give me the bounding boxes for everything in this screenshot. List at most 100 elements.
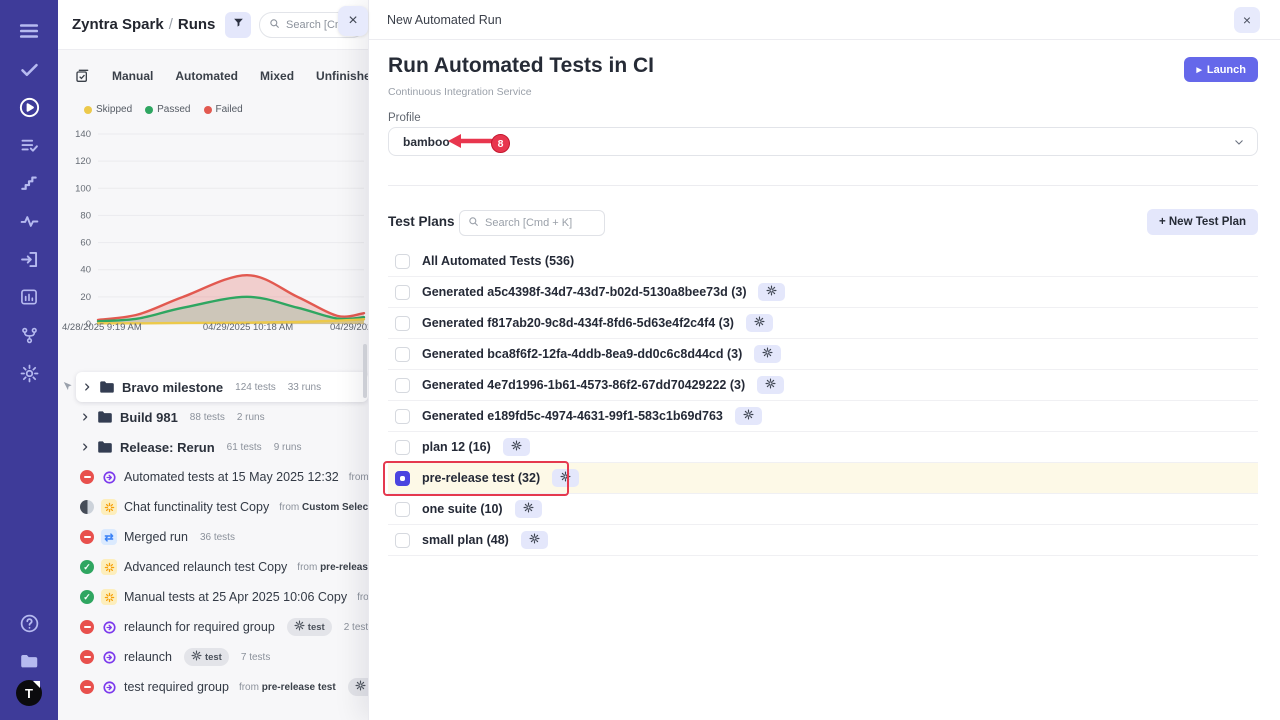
run-list-item[interactable]: ⇄Merged run36 tests — [58, 522, 368, 552]
drawer-header: New Automated Run × — [369, 0, 1280, 40]
launch-button[interactable]: ▶ Launch — [1184, 57, 1258, 82]
plan-settings-button[interactable] — [754, 345, 781, 363]
play-runs-icon[interactable] — [12, 88, 46, 126]
folder-icon — [99, 380, 115, 394]
branch-icon[interactable] — [12, 316, 46, 354]
aborted-status-icon — [80, 650, 94, 664]
label-chip[interactable]: test — [348, 678, 368, 696]
close-icon: × — [348, 12, 357, 30]
svg-text:40: 40 — [80, 265, 91, 276]
plan-settings-button[interactable] — [746, 314, 773, 332]
skipped-dot-icon — [84, 106, 92, 114]
runs-panel: Zyntra Spark/Runs Search [Cmd + K] Manua… — [58, 0, 368, 720]
run-meta: 61 tests — [227, 442, 262, 453]
plan-settings-button[interactable] — [757, 376, 784, 394]
run-meta: 33 runs — [288, 382, 321, 393]
profile-select[interactable]: bamboo — [388, 127, 1258, 156]
chevron-right-icon[interactable] — [82, 382, 92, 392]
plan-checkbox[interactable] — [395, 440, 410, 455]
run-list-item[interactable]: ✓Manual tests at 25 Apr 2025 10:06 Copyf… — [58, 582, 368, 612]
test-plans-search-input[interactable]: Search [Cmd + K] — [459, 210, 605, 236]
test-plan-row[interactable]: plan 12 (16) — [388, 432, 1258, 463]
folder-row[interactable]: Build 98188 tests2 runs — [58, 402, 368, 432]
plan-checkbox[interactable] — [395, 409, 410, 424]
test-plan-row[interactable]: Generated bca8f6f2-12fa-4ddb-8ea9-dd0c6c… — [388, 339, 1258, 370]
left-rail: T — [0, 0, 58, 720]
reports-icon[interactable] — [12, 278, 46, 316]
runs-results-chart: 020406080100120140 — [58, 124, 368, 338]
multi-select-icon[interactable] — [74, 68, 90, 84]
tab-automated[interactable]: Automated — [175, 69, 238, 83]
plan-settings-button[interactable] — [552, 469, 579, 487]
plan-checkbox[interactable] — [395, 316, 410, 331]
plan-checkbox[interactable] — [395, 285, 410, 300]
legend-item-skipped[interactable]: Skipped — [84, 104, 132, 115]
plan-settings-button[interactable] — [521, 531, 548, 549]
failed-dot-icon — [204, 106, 212, 114]
legend-item-failed[interactable]: Failed — [204, 104, 243, 115]
plan-checkbox[interactable] — [395, 533, 410, 548]
run-meta: 2 tests — [344, 622, 368, 633]
activity-icon[interactable] — [12, 202, 46, 240]
test-plan-row[interactable]: Generated 4e7d1996-1b61-4573-86f2-67dd70… — [388, 370, 1258, 401]
folder-name: Release: Rerun — [120, 440, 215, 455]
test-plan-row[interactable]: All Automated Tests (536) — [388, 246, 1258, 277]
divider — [388, 185, 1258, 186]
overlay-close-button[interactable]: × — [338, 6, 368, 36]
test-checks-icon[interactable] — [12, 50, 46, 88]
folder-row[interactable]: Release: Rerun61 tests9 runs — [58, 432, 368, 462]
breadcrumb-app[interactable]: Zyntra Spark — [72, 16, 164, 33]
plan-checkbox[interactable] — [395, 502, 410, 517]
plan-label: All Automated Tests (536) — [422, 254, 574, 268]
help-icon[interactable] — [12, 604, 46, 642]
breadcrumb: Zyntra Spark/Runs — [72, 16, 215, 33]
run-list-item[interactable]: Chat functinality test Copyfrom Custom S… — [58, 492, 368, 522]
run-list-item[interactable]: Automated tests at 15 May 2025 12:32from… — [58, 462, 368, 492]
test-list-icon[interactable] — [12, 126, 46, 164]
settings-icon[interactable] — [12, 354, 46, 392]
legend-item-passed[interactable]: Passed — [145, 104, 190, 115]
plan-checkbox[interactable] — [395, 471, 410, 486]
plan-settings-button[interactable] — [758, 283, 785, 301]
run-name: Merged run — [124, 530, 188, 544]
plan-settings-button[interactable] — [735, 407, 762, 425]
run-list-item[interactable]: relaunch for required grouptest2 tests — [58, 612, 368, 642]
folder-row[interactable]: Bravo milestone124 tests33 runs — [76, 372, 368, 402]
projects-icon[interactable] — [12, 642, 46, 680]
scrollbar-thumb[interactable] — [363, 344, 367, 398]
test-plan-row[interactable]: Generated e189fd5c-4974-4631-99f1-583c1b… — [388, 401, 1258, 432]
plan-settings-button[interactable] — [515, 500, 542, 518]
tab-manual[interactable]: Manual — [112, 69, 153, 83]
test-plan-row[interactable]: small plan (48) — [388, 525, 1258, 556]
drawer-close-button[interactable]: × — [1234, 7, 1260, 33]
avatar[interactable]: T — [16, 680, 42, 706]
menu-icon[interactable] — [12, 12, 46, 50]
plan-checkbox[interactable] — [395, 347, 410, 362]
label-chip[interactable]: test — [184, 648, 229, 666]
test-plan-row[interactable]: Generated a5c4398f-34d7-43d7-b02d-5130a8… — [388, 277, 1258, 308]
new-test-plan-button[interactable]: + New Test Plan — [1147, 209, 1258, 235]
folder-name: Build 981 — [120, 410, 178, 425]
plan-label: Generated f817ab20-9c8d-434f-8fd6-5d63e4… — [422, 316, 734, 330]
profile-label: Profile — [388, 112, 421, 124]
sign-in-icon[interactable] — [12, 240, 46, 278]
test-plan-row[interactable]: Generated f817ab20-9c8d-434f-8fd6-5d63e4… — [388, 308, 1258, 339]
milestones-icon[interactable] — [12, 164, 46, 202]
chevron-right-icon[interactable] — [80, 412, 90, 422]
test-plan-row[interactable]: one suite (10) — [388, 494, 1258, 525]
tab-mixed[interactable]: Mixed — [260, 69, 294, 83]
plan-checkbox[interactable] — [395, 378, 410, 393]
chevron-right-icon[interactable] — [80, 442, 90, 452]
passed-status-icon: ✓ — [80, 590, 94, 604]
run-list-item[interactable]: test required groupfrom pre-release test… — [58, 672, 368, 702]
gear-icon — [766, 283, 777, 301]
label-chip[interactable]: test — [287, 618, 332, 636]
play-icon: ▶ — [1196, 66, 1201, 74]
plan-settings-button[interactable] — [503, 438, 530, 456]
run-list-item[interactable]: ✓Advanced relaunch test Copyfrom pre-rel… — [58, 552, 368, 582]
test-plan-row[interactable]: pre-release test (32) — [388, 463, 1258, 494]
tab-unfinished[interactable]: Unfinished — [316, 69, 368, 83]
filter-button[interactable] — [225, 12, 251, 38]
plan-checkbox[interactable] — [395, 254, 410, 269]
run-list-item[interactable]: relaunchtest7 tests — [58, 642, 368, 672]
